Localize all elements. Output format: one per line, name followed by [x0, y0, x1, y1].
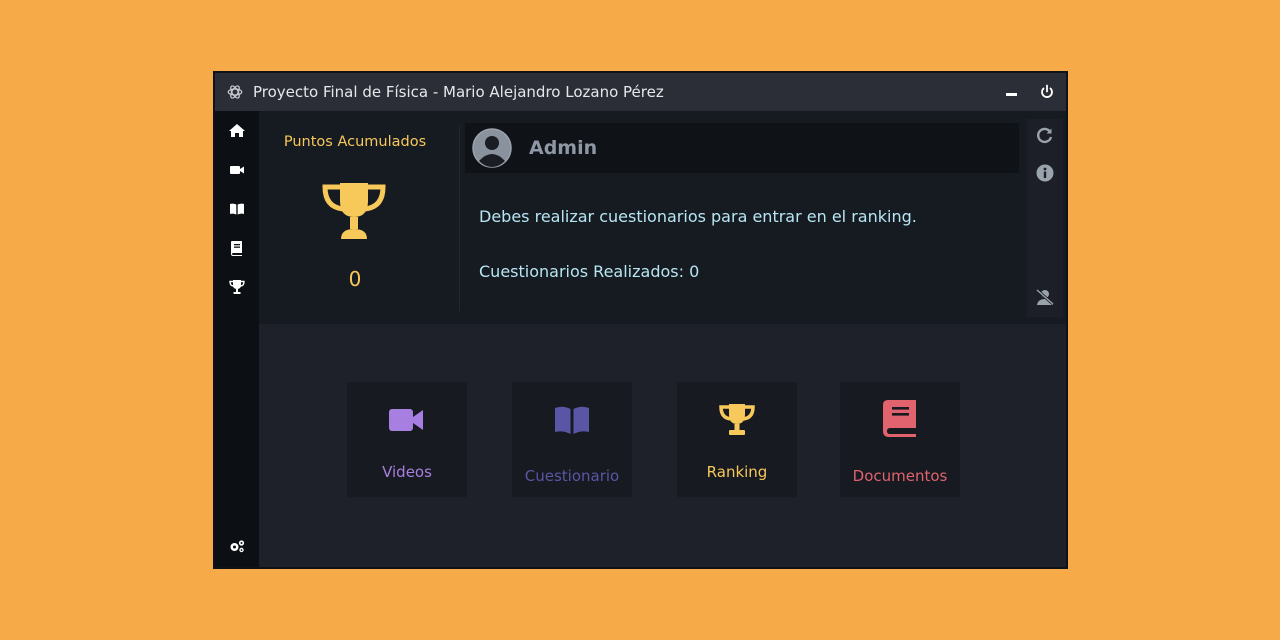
stats-panel: Puntos Acumulados 0 Admin Debes realizar…	[259, 111, 1066, 324]
videos-tile[interactable]: Videos	[347, 382, 467, 497]
video-camera-icon	[389, 409, 423, 431]
open-book-icon	[555, 406, 589, 434]
sidebar	[215, 111, 259, 567]
gears-icon[interactable]	[227, 536, 247, 556]
window-title: Proyecto Final de Física - Mario Alejand…	[253, 83, 664, 101]
cuestionario-tile-label: Cuestionario	[524, 467, 620, 485]
book-icon[interactable]	[227, 238, 247, 258]
ranking-tile[interactable]: Ranking	[677, 382, 797, 497]
app-logo-icon	[227, 85, 243, 99]
video-camera-icon[interactable]	[227, 160, 247, 180]
title-bar[interactable]: Proyecto Final de Física - Mario Alejand…	[215, 73, 1066, 111]
minimize-icon[interactable]	[1002, 82, 1022, 102]
open-book-icon[interactable]	[227, 199, 247, 219]
home-icon[interactable]	[227, 121, 247, 141]
app-window: Proyecto Final de Física - Mario Alejand…	[213, 71, 1068, 569]
user-header: Admin	[465, 123, 1019, 173]
points-value: 0	[348, 267, 362, 291]
refresh-icon[interactable]	[1035, 125, 1055, 145]
quizzes-done-text: Cuestionarios Realizados: 0	[479, 262, 700, 281]
documentos-tile-label: Documentos	[852, 467, 948, 485]
points-title: Puntos Acumulados	[283, 134, 427, 150]
side-actions	[1027, 119, 1063, 317]
power-icon[interactable]	[1037, 82, 1057, 102]
info-icon[interactable]	[1035, 163, 1055, 183]
ranking-tile-label: Ranking	[706, 463, 768, 481]
trophy-icon	[719, 404, 755, 435]
trophy-icon	[322, 183, 386, 239]
user-name: Admin	[529, 137, 598, 159]
cuestionario-tile[interactable]: Cuestionario	[512, 382, 632, 497]
user-avatar-icon	[472, 128, 512, 168]
divider	[459, 125, 460, 311]
ranking-message: Debes realizar cuestionarios para entrar…	[479, 207, 917, 226]
documentos-tile[interactable]: Documentos	[840, 382, 960, 497]
trophy-icon[interactable]	[227, 277, 247, 297]
book-icon	[883, 400, 916, 437]
videos-tile-label: Videos	[382, 463, 432, 481]
remove-user-icon[interactable]	[1035, 287, 1055, 307]
points-box: Puntos Acumulados 0	[259, 111, 459, 324]
